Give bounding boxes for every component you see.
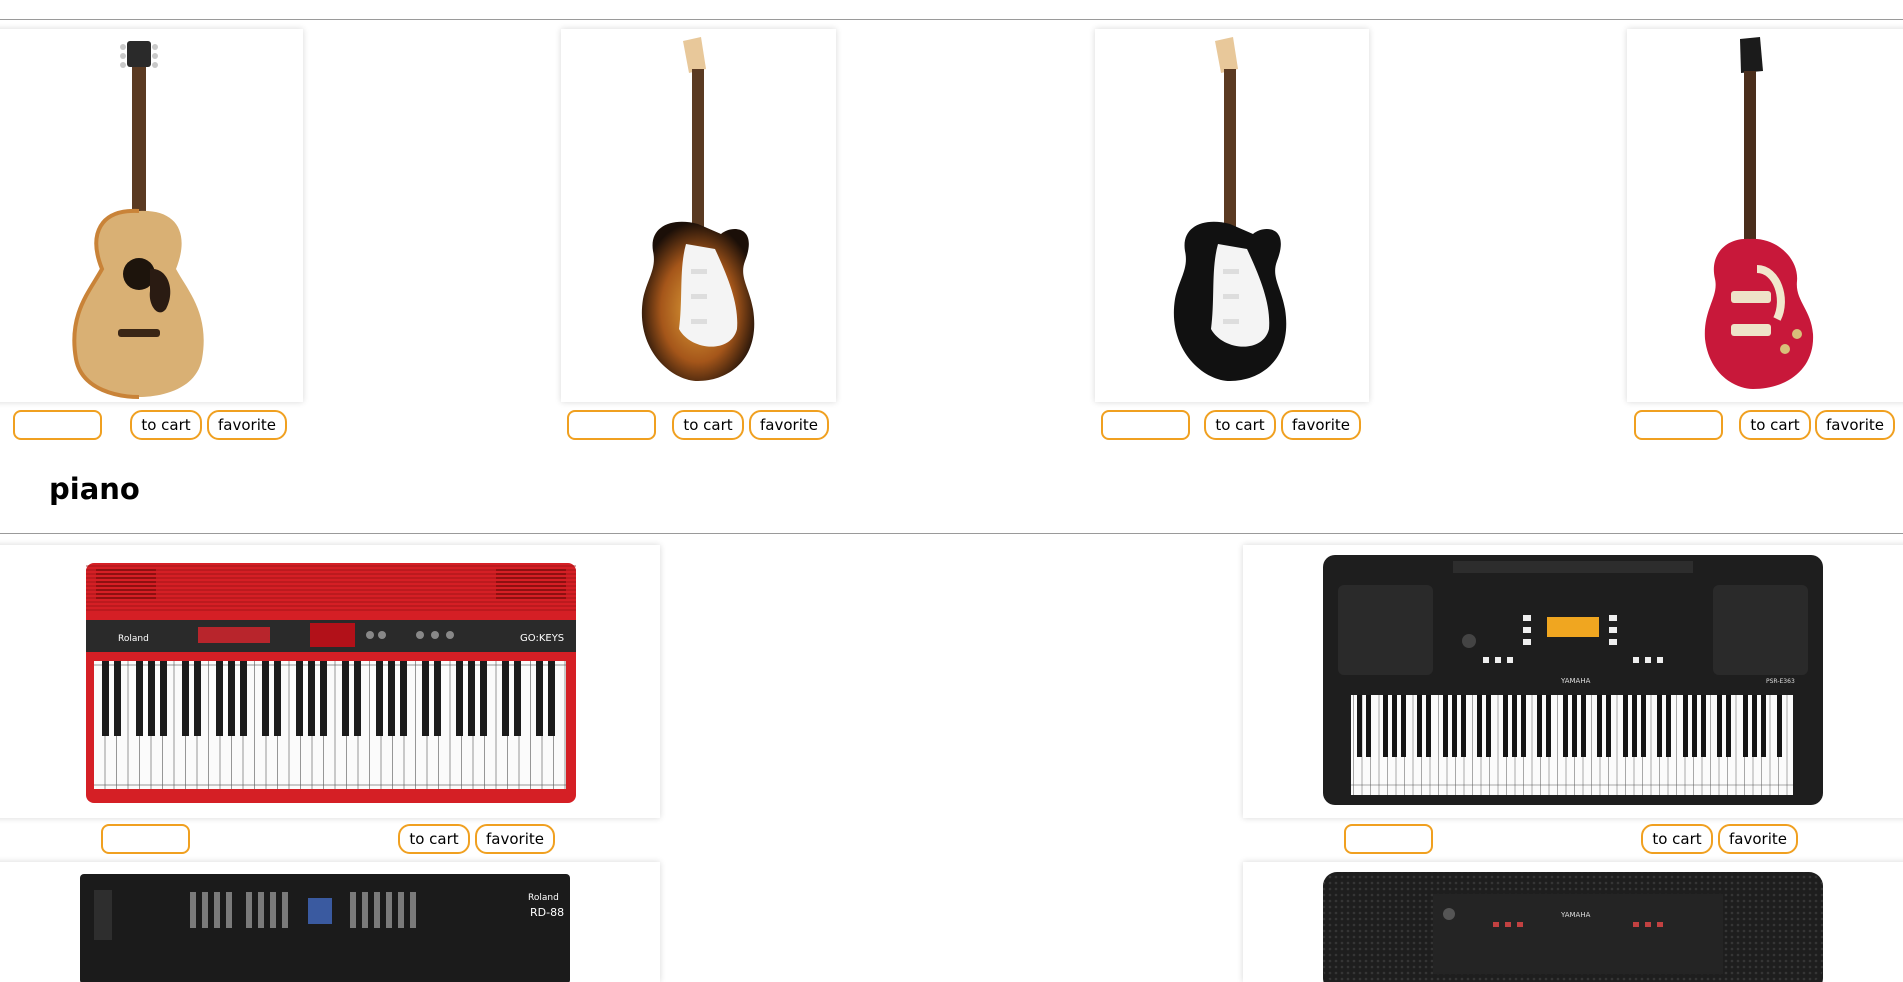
favorite-button[interactable]: favorite [207,410,287,440]
add-to-cart-button[interactable]: to cart [1739,410,1811,440]
product-card[interactable] [1095,29,1369,402]
keyboard-black-2-image: YAMAHA [1323,872,1823,982]
add-to-cart-button[interactable]: to cart [1204,410,1276,440]
brand-label: YAMAHA [1560,677,1591,685]
favorite-button[interactable]: favorite [1281,410,1361,440]
brand-label: Roland [528,893,559,903]
favorite-button[interactable]: favorite [475,824,555,854]
keyboard-black-image: YAMAHA PSR-E363 [1323,555,1823,805]
model-label: GO:KEYS [520,633,564,644]
add-to-cart-button[interactable]: to cart [398,824,470,854]
add-to-cart-button[interactable]: to cart [1641,824,1713,854]
electric-guitar-black-image [1173,37,1287,381]
acoustic-guitar-image [72,41,204,399]
quantity-input[interactable] [1344,824,1433,854]
favorite-button[interactable]: favorite [749,410,829,440]
section-divider [0,533,1903,534]
add-to-cart-button[interactable]: to cart [130,410,202,440]
product-card[interactable]: YAMAHA PSR-E363 [1243,545,1903,818]
product-card[interactable] [561,29,836,402]
favorite-button[interactable]: favorite [1718,824,1798,854]
quantity-input[interactable] [567,410,656,440]
brand-label: Roland [118,634,149,644]
section-title: piano [49,472,140,506]
electric-guitar-sunburst-image [641,37,755,381]
product-card[interactable]: YAMAHA [1243,862,1903,982]
quantity-input[interactable] [1101,410,1190,440]
favorite-button[interactable]: favorite [1815,410,1895,440]
synthesizer-black-image: Roland RD-88 [80,874,570,982]
keyboard-red-image: Roland GO:KEYS [86,563,576,803]
top-divider [0,19,1903,20]
product-card[interactable] [0,29,303,402]
brand-label: YAMAHA [1560,911,1591,919]
model-label: RD-88 [530,906,564,919]
quantity-input[interactable] [13,410,102,440]
product-card[interactable]: Roland RD-88 [0,862,660,982]
quantity-input[interactable] [1634,410,1723,440]
quantity-input[interactable] [101,824,190,854]
product-card[interactable] [1627,29,1903,402]
add-to-cart-button[interactable]: to cart [672,410,744,440]
electric-guitar-red-image [1704,37,1814,389]
model-label: PSR-E363 [1766,678,1795,685]
product-card[interactable]: Roland GO:KEYS [0,545,660,818]
